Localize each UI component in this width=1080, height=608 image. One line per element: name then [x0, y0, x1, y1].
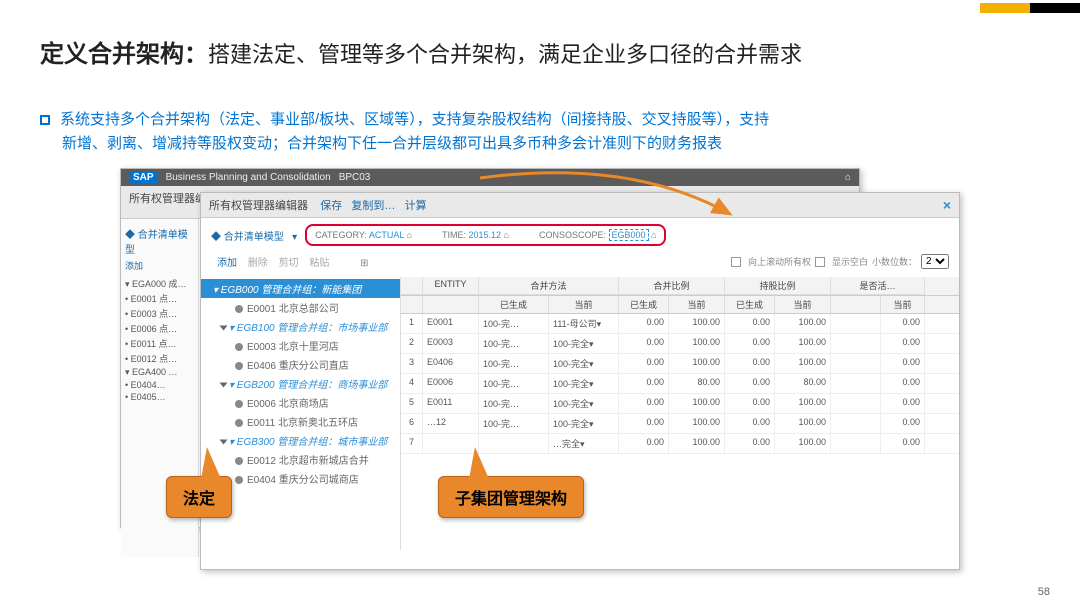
tree-leaf[interactable]: E0012 北京超市新城店合并 [201, 450, 400, 469]
col-hold: 持股比例 [725, 277, 831, 295]
filter-scope[interactable]: CONSOSCOPE: EGB000 ⌂ [539, 230, 657, 240]
bullet-icon [40, 115, 50, 125]
close-icon[interactable]: × [943, 197, 951, 213]
tree-root[interactable]: ▾ EGB000 管理合并组：新能集团 [201, 279, 400, 298]
table-row[interactable]: 5E0011100-完…100-完全▾0.00100.000.00100.000… [401, 394, 959, 414]
app-name: Business Planning and Consolidation [166, 172, 331, 183]
tree-node[interactable]: • E0003 点… [125, 306, 194, 321]
filter-highlight: CATEGORY: ACTUAL ⌂ TIME: 2015.12 ⌂ CONSO… [305, 224, 666, 246]
callout-legal: 法定 [166, 476, 232, 518]
copy-button[interactable]: 复制到… [351, 200, 395, 212]
col-entity: ENTITY [423, 277, 479, 295]
title-rest: 搭建法定、管理等多个合并架构，满足企业多口径的合并需求 [208, 42, 802, 67]
tree-leaf[interactable]: E0006 北京商场店 [201, 393, 400, 412]
save-button[interactable]: 保存 [320, 200, 342, 212]
callout-subgroup: 子集团管理架构 [438, 476, 584, 518]
add-action[interactable]: 添加 [217, 258, 237, 269]
tree-group[interactable]: ▾ EGB300 管理合并组：城市事业部 [201, 431, 400, 450]
page-number: 58 [1038, 586, 1050, 598]
col-act: 是否活… [831, 277, 925, 295]
tree-node[interactable]: • E0001 点… [125, 291, 194, 306]
title-bold: 定义合并架构： [40, 41, 208, 68]
tree-node[interactable]: • E0011 点… [125, 336, 194, 351]
precision-controls: 向上滚动所有权 显示空白 小数位数： 2 [731, 254, 949, 269]
sap-logo: SAP [129, 172, 158, 183]
tree-node[interactable]: • E0405… [125, 391, 194, 403]
tree-actions: 添加 删除 剪切 粘贴 ⊞ [211, 252, 383, 271]
cut-action[interactable]: 剪切 [279, 258, 299, 269]
paste-action[interactable]: 粘贴 [309, 258, 329, 269]
table-row[interactable]: 2E0003100-完…100-完全▾0.00100.000.00100.000… [401, 334, 959, 354]
filter-category[interactable]: CATEGORY: ACTUAL ⌂ [315, 230, 412, 240]
bullet-text: 系统支持多个合并架构（法定、事业部/板块、区域等），支持复杂股权结构（间接持股、… [40, 108, 769, 156]
table-row[interactable]: 1E0001100-完…111-母公司▾0.00100.000.00100.00… [401, 314, 959, 334]
table-row[interactable]: 4E0006100-完…100-完全▾0.0080.000.0080.000.0… [401, 374, 959, 394]
front-title-bar: 所有权管理器编辑器 保存 复制到… 计算 × [201, 193, 959, 218]
tree-leaf[interactable]: E0011 北京新奥北五环店 [201, 412, 400, 431]
app-code: BPC03 [339, 172, 371, 183]
precision-select[interactable]: 2 [921, 254, 949, 269]
tree-node[interactable]: • E0012 点… [125, 351, 194, 366]
tree-group[interactable]: ▾ EGB200 管理合并组：商场事业部 [201, 374, 400, 393]
dim-label: ◆ 合并清单模型 [125, 223, 194, 259]
corner-accent [980, 0, 1080, 18]
dim-label: ◆ 合并清单模型 ▾ [211, 228, 297, 243]
del-action[interactable]: 删除 [248, 258, 268, 269]
tree-node[interactable]: ▾ EGA000 成… [125, 276, 194, 291]
table-row[interactable]: 6…12100-完…100-完全▾0.00100.000.00100.000.0… [401, 414, 959, 434]
tree-group[interactable]: ▾ EGB100 管理合并组：市场事业部 [201, 317, 400, 336]
tree-leaf[interactable]: E0001 北京总部公司 [201, 298, 400, 317]
home-icon[interactable]: ⌂ [845, 172, 851, 183]
checkbox-blank[interactable] [815, 257, 825, 267]
app-bar: SAP Business Planning and Consolidation … [121, 169, 859, 186]
filter-time[interactable]: TIME: 2015.12 ⌂ [442, 230, 509, 240]
tree-node[interactable]: • E0006 点… [125, 321, 194, 336]
col-method: 合并方法 [479, 277, 619, 295]
checkbox-rollup[interactable] [731, 257, 741, 267]
table-row[interactable]: 3E0406100-完…100-完全▾0.00100.000.00100.000… [401, 354, 959, 374]
tool-icon[interactable]: ⊞ [360, 258, 368, 269]
tree-leaf[interactable]: E0406 重庆分公司直店 [201, 355, 400, 374]
col-conso: 合并比例 [619, 277, 725, 295]
tree-node[interactable]: ▾ EGA400 … [125, 366, 194, 379]
add-link[interactable]: 添加 [125, 259, 194, 272]
tree-leaf[interactable]: E0003 北京十里河店 [201, 336, 400, 355]
slide-title: 定义合并架构：搭建法定、管理等多个合并架构，满足企业多口径的合并需求 [40, 34, 802, 69]
tree-node[interactable]: • E0404… [125, 379, 194, 391]
calc-button[interactable]: 计算 [405, 200, 427, 212]
filter-bar: ◆ 合并清单模型 ▾ CATEGORY: ACTUAL ⌂ TIME: 2015… [201, 218, 959, 252]
